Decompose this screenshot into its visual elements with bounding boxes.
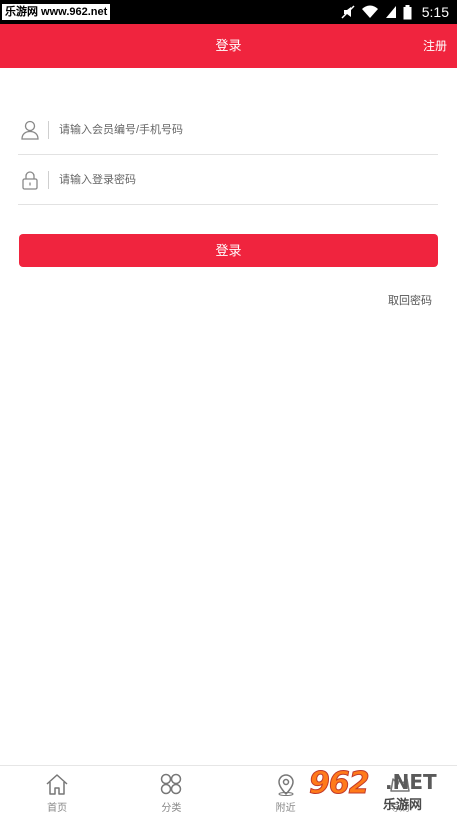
mute-icon — [341, 5, 355, 19]
register-link[interactable]: 注册 — [423, 24, 447, 68]
lock-icon — [20, 170, 40, 190]
wifi-icon — [361, 5, 379, 19]
home-icon — [44, 771, 70, 797]
user-icon — [20, 120, 40, 140]
password-row — [18, 155, 438, 205]
category-icon — [158, 771, 184, 797]
battery-icon — [403, 4, 412, 20]
nav-label: 分类 — [161, 803, 182, 814]
watermark-number: 962 — [309, 766, 371, 802]
page-title: 登录 — [215, 38, 242, 53]
nav-item-category[interactable]: 分类 — [114, 766, 228, 814]
status-bar: 乐游网 www.962.net 5:15 — [0, 0, 457, 24]
password-input[interactable] — [59, 164, 438, 195]
nav-item-home[interactable]: 首页 — [0, 766, 114, 814]
location-icon — [273, 771, 299, 797]
field-divider — [48, 170, 49, 189]
watermark-sub: 乐游网 — [383, 797, 423, 812]
field-divider — [48, 120, 49, 139]
app-header: 登录 注册 — [0, 24, 457, 68]
status-time: 5:15 — [421, 4, 449, 20]
watermark-logo: 962 .NET 乐游网 — [299, 766, 449, 813]
signal-icon — [385, 5, 397, 19]
status-icons: 5:15 — [341, 0, 449, 24]
login-button[interactable]: 登录 — [19, 234, 438, 267]
account-row — [18, 105, 438, 155]
account-input[interactable] — [59, 114, 438, 145]
watermark-net: .NET — [385, 770, 437, 794]
watermark-tag: 乐游网 www.962.net — [2, 4, 111, 20]
nav-label: 附近 — [275, 803, 296, 814]
forgot-password-link[interactable]: 取回密码 — [388, 292, 432, 308]
nav-label: 首页 — [47, 803, 68, 814]
